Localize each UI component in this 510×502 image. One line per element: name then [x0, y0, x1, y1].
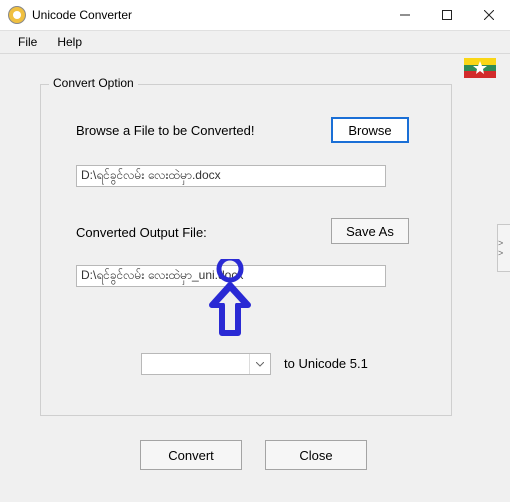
output-file-field[interactable]: D:\ရင်ခွင်လမ်း လေးထဲမှာ_uni.docx: [76, 265, 386, 287]
app-icon: [8, 6, 26, 24]
browse-button-label: Browse: [348, 123, 391, 138]
browse-label: Browse a File to be Converted!: [76, 123, 254, 138]
to-unicode-label: to Unicode 5.1: [284, 356, 368, 371]
menu-file[interactable]: File: [8, 33, 47, 51]
client-area: Convert Option Browse a File to be Conve…: [0, 54, 510, 502]
close-button[interactable]: Close: [265, 440, 367, 470]
close-button-label: Close: [299, 448, 332, 463]
group-legend: Convert Option: [49, 76, 138, 90]
maximize-button[interactable]: [426, 0, 468, 30]
close-window-button[interactable]: [468, 0, 510, 30]
menu-help[interactable]: Help: [47, 33, 92, 51]
window-title: Unicode Converter: [32, 8, 132, 22]
convert-button-label: Convert: [168, 448, 214, 463]
convert-option-group: Convert Option Browse a File to be Conve…: [40, 84, 452, 416]
saveas-button[interactable]: Save As: [331, 218, 409, 244]
expand-handle-label: > >: [498, 238, 510, 258]
browse-button[interactable]: Browse: [331, 117, 409, 143]
input-file-field[interactable]: D:\ရင်ခွင်လမ်း လေးထဲမှာ.docx: [76, 165, 386, 187]
output-label: Converted Output File:: [76, 225, 207, 240]
input-file-value: D:\ရင်ခွင်လမ်း လေးထဲမှာ.docx: [81, 167, 221, 185]
minimize-button[interactable]: [384, 0, 426, 30]
chevron-down-icon: [249, 354, 270, 374]
output-file-value: D:\ရင်ခွင်လမ်း လေးထဲမှာ_uni.docx: [81, 267, 243, 285]
language-flag-icon[interactable]: [464, 58, 496, 78]
convert-button[interactable]: Convert: [140, 440, 242, 470]
saveas-button-label: Save As: [346, 224, 394, 239]
menubar: File Help: [0, 31, 510, 54]
encoding-select[interactable]: [141, 353, 271, 375]
titlebar: Unicode Converter: [0, 0, 510, 31]
expand-handle[interactable]: > >: [497, 224, 510, 272]
